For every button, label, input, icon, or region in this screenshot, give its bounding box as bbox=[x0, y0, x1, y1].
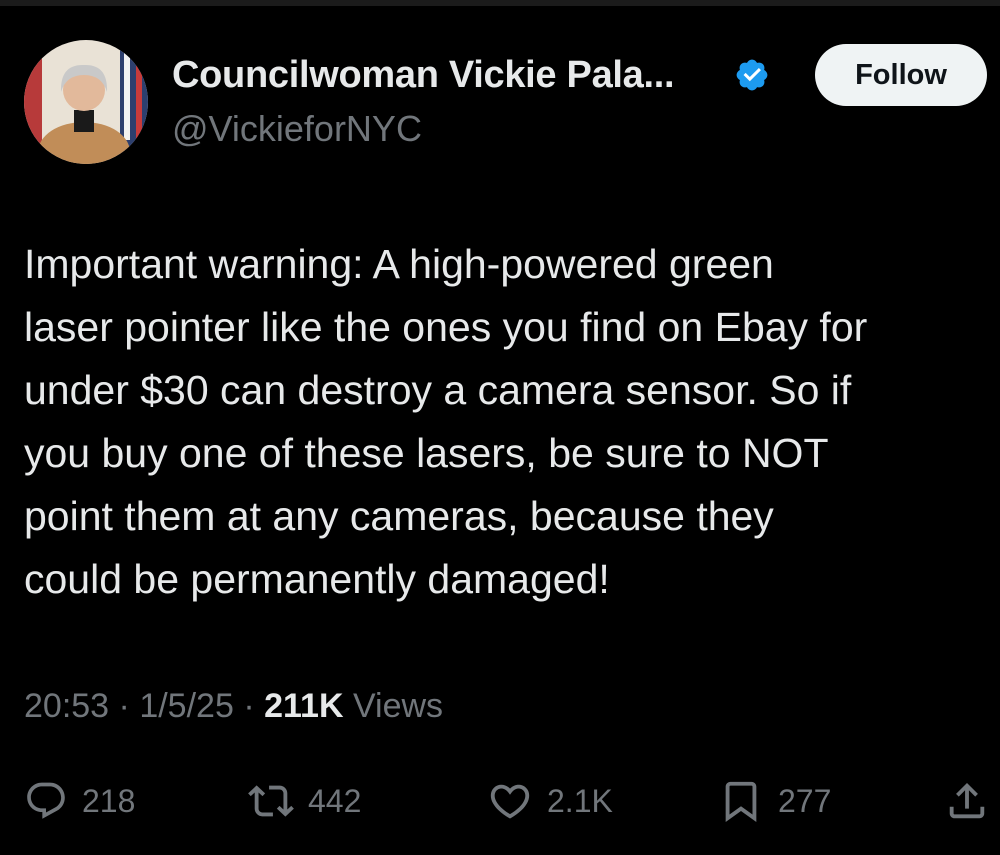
bookmark-count: 277 bbox=[778, 782, 832, 819]
profile-photo-icon bbox=[24, 40, 148, 164]
share-button[interactable] bbox=[944, 773, 990, 829]
avatar[interactable] bbox=[24, 40, 148, 164]
follow-button[interactable]: Follow bbox=[815, 44, 987, 106]
author-handle[interactable]: @VickieforNYC bbox=[172, 108, 422, 150]
like-button[interactable]: 2.1K bbox=[487, 773, 613, 829]
reply-count: 218 bbox=[82, 782, 136, 819]
views-label: Views bbox=[352, 687, 444, 725]
top-strip bbox=[0, 0, 1000, 6]
display-name[interactable]: Councilwoman Vickie Pala... bbox=[172, 54, 675, 97]
meta-separator: · bbox=[118, 687, 130, 725]
tweet-time[interactable]: 20:53 bbox=[24, 687, 109, 725]
repost-icon bbox=[248, 785, 294, 817]
verified-badge-icon[interactable] bbox=[734, 57, 770, 93]
tweet-text: Important warning: A high-powered green … bbox=[24, 241, 868, 602]
like-count: 2.1K bbox=[547, 782, 613, 819]
heart-icon bbox=[490, 784, 530, 819]
tweet-meta: 20:53 · 1/5/25 · 211K Views bbox=[24, 687, 443, 726]
meta-separator: · bbox=[243, 687, 255, 725]
reply-icon bbox=[27, 782, 65, 819]
share-icon bbox=[949, 782, 985, 819]
repost-count: 442 bbox=[308, 782, 362, 819]
views-count[interactable]: 211K bbox=[264, 687, 343, 725]
reply-button[interactable]: 218 bbox=[24, 773, 135, 829]
bookmark-button[interactable]: 277 bbox=[718, 773, 831, 829]
bookmark-icon bbox=[725, 781, 757, 822]
repost-button[interactable]: 442 bbox=[248, 773, 361, 829]
tweet-date[interactable]: 1/5/25 bbox=[139, 687, 234, 725]
